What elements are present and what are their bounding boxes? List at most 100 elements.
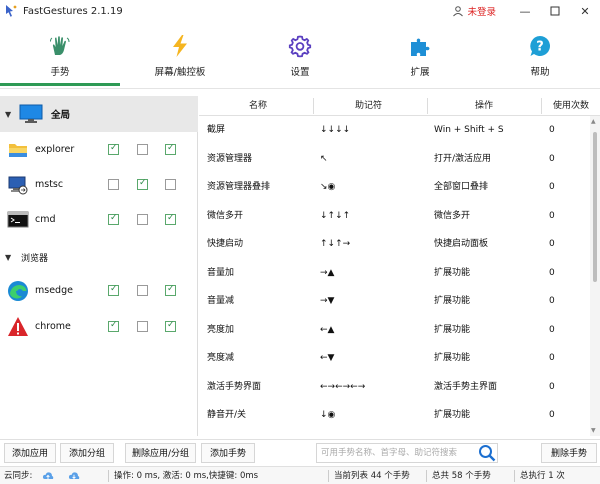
list-item-msedge[interactable]: msedge — [0, 273, 198, 308]
col-action-header[interactable]: 操作 — [475, 96, 493, 116]
table-row[interactable]: 亮度减 ←▼ 扩展功能 0 — [199, 344, 589, 372]
tab-extensions[interactable]: 扩展 — [360, 24, 480, 86]
table-row[interactable]: 资源管理器叠排 ↘◉ 全部窗口叠排 0 — [199, 173, 589, 201]
executed-count: 总执行 1 次 — [520, 471, 565, 481]
col-name-header[interactable]: 名称 — [249, 96, 267, 116]
scroll-thumb[interactable] — [593, 132, 597, 282]
table-row[interactable]: 亮度加 ←▲ 扩展功能 0 — [199, 316, 589, 344]
scroll-up-icon[interactable]: ▲ — [591, 118, 596, 125]
delete-gesture-button[interactable]: 删除手势 — [541, 443, 597, 463]
close-button[interactable]: ✕ — [570, 0, 600, 22]
checkbox-msedge-1[interactable] — [108, 284, 119, 296]
table-row[interactable]: 静音开/关 ↓◉ 扩展功能 0 — [199, 401, 589, 429]
collapse-arrow-icon[interactable]: ▼ — [5, 253, 13, 262]
gesture-name: 音量加 — [207, 267, 235, 278]
gesture-name: 亮度加 — [207, 324, 235, 335]
add-gesture-button[interactable]: 添加手势 — [201, 443, 255, 463]
minimize-button[interactable]: — — [510, 0, 540, 22]
checkbox-msedge-3[interactable] — [165, 284, 176, 296]
maximize-button[interactable] — [540, 0, 570, 22]
table-row[interactable]: 截屏 ↓↓↓↓ Win + Shift + S 0 — [199, 116, 589, 144]
remote-desktop-icon — [8, 176, 28, 194]
gesture-count: 0 — [549, 353, 555, 363]
checkbox-cmd-2[interactable] — [137, 214, 148, 225]
login-link[interactable]: 未登录 — [467, 4, 496, 18]
checkbox-chrome-2[interactable] — [137, 321, 148, 332]
nav-divider — [0, 88, 600, 89]
list-item-mstsc[interactable]: mstsc — [0, 167, 198, 202]
app-title: FastGestures 2.1.19 — [23, 5, 123, 17]
checkbox-cmd-3[interactable] — [165, 213, 176, 225]
user-icon[interactable] — [452, 5, 464, 17]
table-row[interactable]: 激活手势界面 ←→←→←→ 激活手势主界面 0 — [199, 373, 589, 401]
tab-help[interactable]: ? 帮助 — [480, 24, 600, 86]
list-item-chrome[interactable]: chrome — [0, 309, 198, 344]
gesture-count: 0 — [549, 410, 555, 420]
table-row[interactable]: 微信多开 ↓↑↓↑ 微信多开 0 — [199, 202, 589, 230]
gesture-name: 快捷启动 — [207, 239, 244, 249]
gesture-count: 0 — [549, 125, 555, 135]
app-name: cmd — [35, 214, 56, 225]
gesture-mnemonic: ↓↑↓↑ — [320, 210, 351, 221]
checkbox-chrome-3[interactable] — [165, 320, 176, 332]
add-group-button[interactable]: 添加分组 — [60, 443, 114, 463]
collapse-arrow-icon[interactable]: ▼ — [5, 110, 13, 119]
gesture-action: 扩展功能 — [434, 353, 471, 363]
gesture-mnemonic: ←▼ — [320, 353, 335, 363]
checkbox-explorer-1[interactable] — [108, 143, 119, 155]
gesture-mnemonic: ↖ — [320, 153, 328, 164]
delete-app-group-button[interactable]: 删除应用/分组 — [125, 443, 196, 463]
vertical-scrollbar[interactable]: ▲ ▼ — [590, 116, 600, 436]
add-app-button[interactable]: 添加应用 — [4, 443, 56, 463]
checkbox-mstsc-3[interactable] — [165, 179, 176, 190]
global-group-row[interactable]: ▼ 全局 — [0, 96, 198, 132]
checkbox-msedge-2[interactable] — [137, 285, 148, 296]
tab-screen-touchpad-label: 屏幕/触控板 — [154, 67, 206, 78]
app-name: msedge — [35, 285, 73, 296]
list-item-explorer[interactable]: explorer — [0, 132, 198, 167]
svg-text:?: ? — [536, 40, 544, 55]
tab-gestures[interactable]: 手势 — [0, 24, 120, 86]
gesture-mnemonic: ←▲ — [320, 324, 335, 335]
cloud-upload-icon[interactable] — [42, 471, 54, 481]
column-divider[interactable] — [427, 98, 428, 114]
checkbox-chrome-1[interactable] — [108, 320, 119, 332]
help-bubble-icon: ? — [530, 36, 550, 56]
cloud-download-icon[interactable] — [68, 471, 80, 481]
app-name: explorer — [35, 144, 75, 155]
gesture-count: 0 — [549, 182, 555, 192]
table-row[interactable]: 快捷启动 ↑↓↑→ 快捷启动面板 0 — [199, 230, 589, 258]
tab-settings[interactable]: 设置 — [240, 24, 360, 86]
table-row[interactable]: 音量加 →▲ 扩展功能 0 — [199, 259, 589, 287]
table-row[interactable]: 音量减 →▼ 扩展功能 0 — [199, 287, 589, 315]
column-divider[interactable] — [313, 98, 314, 114]
gesture-action: 扩展功能 — [434, 410, 471, 420]
gesture-action: Win + Shift + S — [434, 125, 504, 135]
gesture-action: 扩展功能 — [434, 267, 471, 278]
search-input[interactable] — [317, 444, 477, 462]
col-count-header[interactable]: 使用次数 — [553, 96, 589, 116]
checkbox-explorer-3[interactable] — [165, 143, 176, 155]
browser-group-label: 浏览器 — [21, 253, 49, 264]
col-mnemonic-header[interactable]: 助记符 — [355, 96, 382, 116]
table-row[interactable]: 滚动关闭 ↓↑▼ Ctrl + W 0 — [199, 430, 589, 437]
scroll-down-icon[interactable]: ▼ — [591, 427, 596, 434]
status-divider — [514, 470, 515, 482]
table-row[interactable]: 资源管理器 ↖ 打开/激活应用 0 — [199, 145, 589, 173]
checkbox-cmd-1[interactable] — [108, 213, 119, 225]
table-header: 名称 助记符 操作 使用次数 — [199, 96, 600, 116]
gesture-action: 扩展功能 — [434, 324, 471, 335]
checkbox-mstsc-2[interactable] — [137, 178, 148, 190]
gesture-count: 0 — [549, 430, 555, 437]
app-logo-icon — [6, 5, 17, 17]
checkbox-mstsc-1[interactable] — [108, 179, 119, 190]
column-divider[interactable] — [541, 98, 542, 114]
list-item-cmd[interactable]: cmd — [0, 202, 198, 237]
gesture-name: 微信多开 — [207, 210, 244, 221]
checkbox-explorer-2[interactable] — [137, 144, 148, 155]
monitor-icon — [19, 104, 43, 123]
search-icon[interactable] — [477, 443, 497, 463]
tab-screen-touchpad[interactable]: 屏幕/触控板 — [120, 24, 240, 86]
browser-group-row[interactable]: ▼ 浏览器 — [0, 246, 198, 268]
search-box[interactable] — [316, 443, 498, 463]
